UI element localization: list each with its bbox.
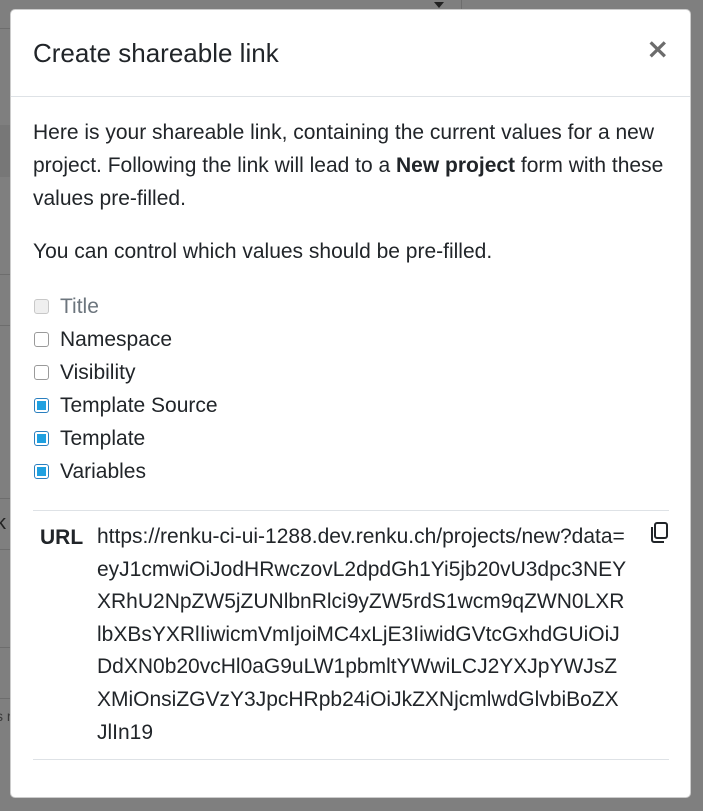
share-url[interactable]: https://renku-ci-ui-1288.dev.renku.ch/pr… bbox=[97, 521, 629, 749]
option-label: Visibility bbox=[60, 360, 136, 384]
option-namespace: Namespace bbox=[33, 323, 669, 356]
option-variables: Variables bbox=[33, 455, 669, 488]
option-visibility: Visibility bbox=[33, 356, 669, 389]
template-source-checkbox[interactable] bbox=[34, 398, 49, 413]
copy-button[interactable] bbox=[629, 521, 669, 749]
modal-header: Create shareable link × bbox=[11, 10, 690, 97]
modal-title: Create shareable link bbox=[33, 38, 279, 68]
visibility-checkbox[interactable] bbox=[34, 365, 49, 380]
option-label: Title bbox=[60, 294, 99, 318]
option-label: Namespace bbox=[60, 327, 173, 351]
background-partial-text: k bbox=[0, 512, 6, 534]
variables-checkbox[interactable] bbox=[34, 464, 49, 479]
namespace-checkbox[interactable] bbox=[34, 332, 49, 347]
copy-icon bbox=[651, 522, 668, 543]
option-title: Title bbox=[33, 290, 669, 323]
share-link-modal: Create shareable link × Here is your sha… bbox=[10, 9, 691, 798]
close-button[interactable]: × bbox=[646, 32, 670, 65]
url-label: URL bbox=[40, 526, 84, 549]
option-label: Variables bbox=[60, 459, 146, 483]
template-checkbox[interactable] bbox=[34, 431, 49, 446]
option-label: Template Source bbox=[60, 393, 218, 417]
caret-down-icon bbox=[434, 2, 444, 8]
new-project-emphasis: New project bbox=[396, 154, 516, 177]
close-icon: × bbox=[646, 32, 670, 65]
option-label: Template bbox=[60, 426, 146, 450]
title-checkbox[interactable] bbox=[34, 299, 49, 314]
modal-body: Here is your shareable link, containing … bbox=[33, 116, 669, 761]
option-template: Template bbox=[33, 422, 669, 455]
prefill-options: Title Namespace Visibility Template Sour… bbox=[33, 290, 669, 488]
url-row: URL https://renku-ci-ui-1288.dev.renku.c… bbox=[33, 510, 669, 761]
option-template-source: Template Source bbox=[33, 389, 669, 422]
intro-text: Here is your shareable link, containing … bbox=[33, 121, 664, 210]
control-text: You can control which values should be p… bbox=[33, 240, 493, 263]
